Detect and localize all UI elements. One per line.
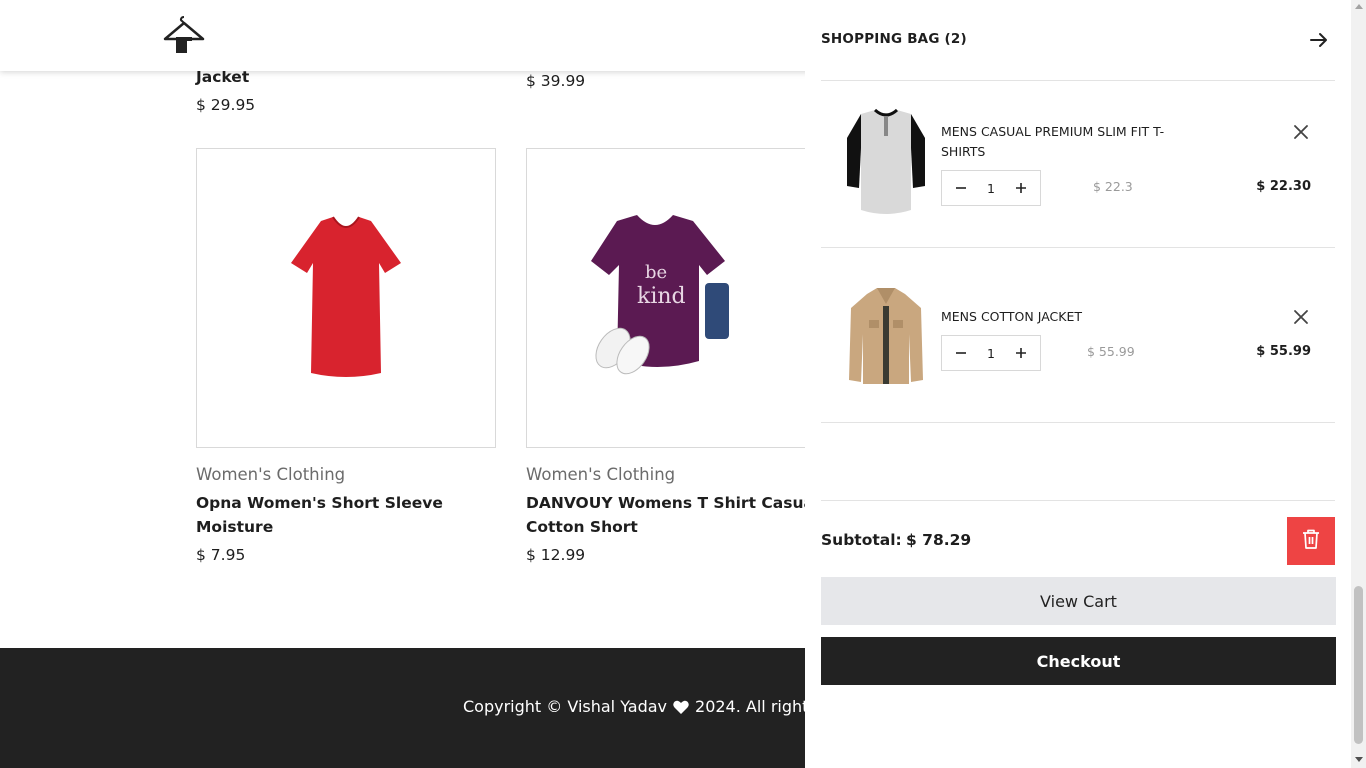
scrollbar-thumb[interactable] <box>1354 586 1363 744</box>
unit-price: $ 55.99 <box>1087 344 1135 359</box>
item-image-cotton-jacket[interactable] <box>845 284 927 392</box>
drawer-title: SHOPPING BAG (2) <box>821 31 967 47</box>
svg-text:kind: kind <box>637 284 686 309</box>
product-category: Women's Clothing <box>196 465 346 484</box>
shopping-bag-drawer: SHOPPING BAG (2) MENS CASUAL PREMIUM SLI… <box>805 0 1351 768</box>
quantity-value[interactable]: 1 <box>987 181 995 196</box>
product-category: Women's Clothing <box>526 465 676 484</box>
scroll-down-arrow-icon[interactable] <box>1355 757 1363 762</box>
svg-text:be: be <box>645 262 667 283</box>
clear-bag-button[interactable] <box>1287 517 1335 565</box>
copyright-left: Copyright © Vishal Yadav <box>463 697 668 716</box>
product-price: $ 39.99 <box>526 72 586 90</box>
item-name[interactable]: MENS CASUAL PREMIUM SLIM FIT T-SHIRTS <box>941 122 1201 162</box>
minus-icon[interactable] <box>954 346 968 360</box>
line-total: $ 22.30 <box>1256 179 1311 194</box>
product-title[interactable]: Moisture <box>196 515 273 539</box>
product-price: $ 12.99 <box>526 546 586 564</box>
item-name[interactable]: MENS COTTON JACKET <box>941 307 1201 327</box>
product-title[interactable]: Opna Women's Short Sleeve <box>196 491 443 515</box>
product-price: $ 7.95 <box>196 546 246 564</box>
plus-icon[interactable] <box>1014 181 1028 195</box>
scrollbar[interactable] <box>1351 0 1366 768</box>
product-image-purple-tshirt[interactable]: be kind <box>526 148 806 448</box>
quantity-value[interactable]: 1 <box>987 346 995 361</box>
product-title[interactable]: DANVOUY Womens T Shirt Casual <box>526 491 819 515</box>
trash-icon <box>1302 529 1320 553</box>
divider <box>821 422 1335 423</box>
arrow-right-icon[interactable] <box>1309 30 1329 50</box>
scroll-up-arrow-icon[interactable] <box>1355 4 1363 9</box>
heart-icon <box>673 699 689 718</box>
quantity-stepper: 1 <box>941 170 1041 206</box>
product-title[interactable]: Cotton Short <box>526 515 638 539</box>
subtotal-value: $ 78.29 <box>906 531 972 549</box>
divider <box>821 247 1335 248</box>
minus-icon[interactable] <box>954 181 968 195</box>
close-icon[interactable] <box>1293 309 1309 325</box>
divider <box>821 80 1335 81</box>
close-icon[interactable] <box>1293 124 1309 140</box>
plus-icon[interactable] <box>1014 346 1028 360</box>
line-total: $ 55.99 <box>1256 344 1311 359</box>
quantity-stepper: 1 <box>941 335 1041 371</box>
divider <box>821 500 1335 501</box>
product-price: $ 29.95 <box>196 96 256 114</box>
product-image-red-tshirt[interactable] <box>196 148 496 448</box>
copyright-text: Copyright © Vishal Yadav 2024. All rights <box>463 697 817 718</box>
unit-price: $ 22.3 <box>1093 179 1133 194</box>
hanger-logo-icon[interactable] <box>163 14 205 56</box>
copyright-right: 2024. All rights <box>695 697 817 716</box>
checkout-button[interactable]: Checkout <box>821 637 1336 685</box>
subtotal-label: Subtotal: <box>821 531 902 549</box>
view-cart-button[interactable]: View Cart <box>821 577 1336 625</box>
item-image-henley-tshirt[interactable] <box>845 108 927 216</box>
